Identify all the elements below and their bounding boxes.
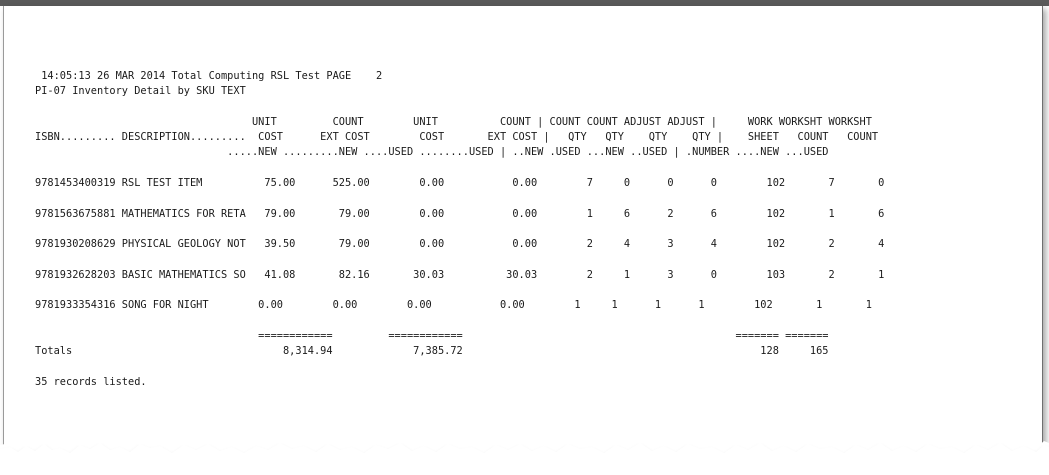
column-header-line-1: UNIT COUNT UNIT COUNT | COUNT COUNT ADJU… <box>35 115 872 128</box>
table-row: 9781933354316 SONG FOR NIGHT 0.00 0.00 0… <box>35 299 872 312</box>
table-row: 9781453400319 RSL TEST ITEM 75.00 525.00… <box>35 177 885 190</box>
totals-separator: ============ ============ ======= ======… <box>35 330 829 343</box>
table-row: 9781930208629 PHYSICAL GEOLOGY NOT 39.50… <box>35 238 885 251</box>
table-row: 9781563675881 MATHEMATICS FOR RETA 79.00… <box>35 207 885 220</box>
report-body: 14:05:13 26 MAR 2014 Total Computing RSL… <box>35 69 884 390</box>
column-header-line-3: .....NEW .........NEW ....USED ........U… <box>35 146 829 159</box>
report-title-line: PI-07 Inventory Detail by SKU TEXT <box>35 85 246 98</box>
records-listed-footer: 35 records listed. <box>35 375 147 388</box>
torn-paper-edge <box>0 439 1049 475</box>
column-header-line-2: ISBN......... DESCRIPTION......... COST … <box>35 131 879 144</box>
report-header-line: 14:05:13 26 MAR 2014 Total Computing RSL… <box>35 70 383 82</box>
totals-row: Totals 8,314.94 7,385.72 128 165 <box>35 345 829 358</box>
table-row: 9781932628203 BASIC MATHEMATICS SO 41.08… <box>35 268 885 281</box>
